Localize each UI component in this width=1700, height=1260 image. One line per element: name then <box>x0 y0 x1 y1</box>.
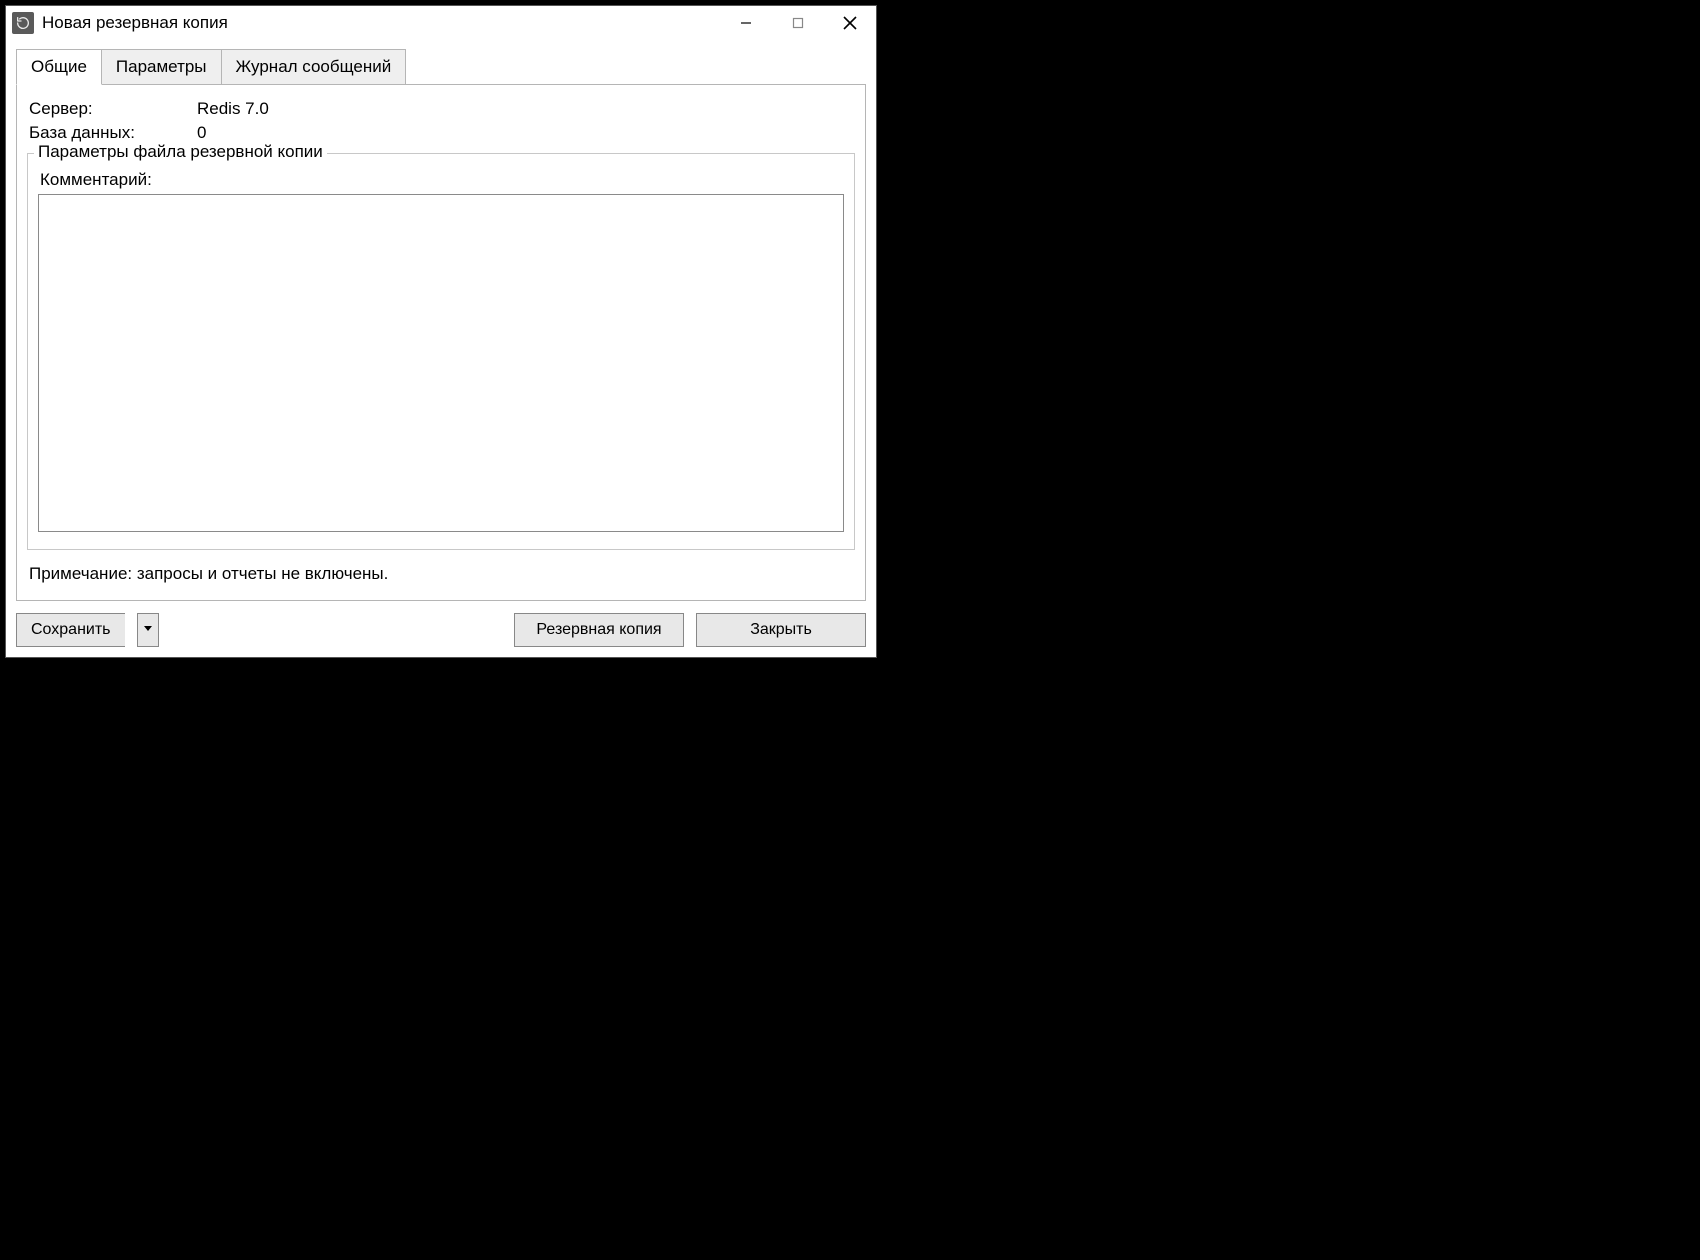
tab-message-log[interactable]: Журнал сообщений <box>222 49 407 85</box>
tab-panel-general: Сервер: Redis 7.0 База данных: 0 Парамет… <box>16 84 866 601</box>
tab-label: Общие <box>31 57 87 76</box>
tab-general[interactable]: Общие <box>16 49 102 85</box>
server-label: Сервер: <box>29 99 197 119</box>
window-controls <box>720 6 876 40</box>
database-value: 0 <box>197 123 206 143</box>
chevron-down-icon <box>142 621 154 639</box>
backup-dialog-window: Новая резервная копия Общие Параметры Жу… <box>5 5 877 658</box>
save-dropdown-button[interactable] <box>137 613 159 647</box>
save-split-button: Сохранить <box>16 613 159 647</box>
button-label: Сохранить <box>31 621 111 639</box>
group-legend: Параметры файла резервной копии <box>34 142 327 162</box>
maximize-button[interactable] <box>772 6 824 40</box>
client-area: Общие Параметры Журнал сообщений Сервер:… <box>6 40 876 657</box>
note-text: Примечание: запросы и отчеты не включены… <box>29 564 853 584</box>
app-backup-icon <box>12 12 34 34</box>
minimize-button[interactable] <box>720 6 772 40</box>
server-value: Redis 7.0 <box>197 99 269 119</box>
database-label: База данных: <box>29 123 197 143</box>
comment-input[interactable] <box>38 194 844 532</box>
close-button[interactable]: Закрыть <box>696 613 866 647</box>
window-title: Новая резервная копия <box>42 13 720 33</box>
tab-label: Параметры <box>116 57 207 76</box>
backup-file-params-group: Параметры файла резервной копии Коммента… <box>27 153 855 550</box>
comment-label: Комментарий: <box>40 170 844 190</box>
backup-button[interactable]: Резервная копия <box>514 613 684 647</box>
tabstrip: Общие Параметры Журнал сообщений <box>16 49 866 85</box>
tab-parameters[interactable]: Параметры <box>102 49 222 85</box>
button-label: Резервная копия <box>536 621 661 639</box>
dialog-footer: Сохранить Резервная копия Закрыть <box>16 613 866 647</box>
close-window-button[interactable] <box>824 6 876 40</box>
button-label: Закрыть <box>750 621 812 639</box>
save-button[interactable]: Сохранить <box>16 613 125 647</box>
database-row: База данных: 0 <box>29 123 853 143</box>
titlebar: Новая резервная копия <box>6 6 876 40</box>
tab-label: Журнал сообщений <box>236 57 392 76</box>
server-row: Сервер: Redis 7.0 <box>29 99 853 119</box>
